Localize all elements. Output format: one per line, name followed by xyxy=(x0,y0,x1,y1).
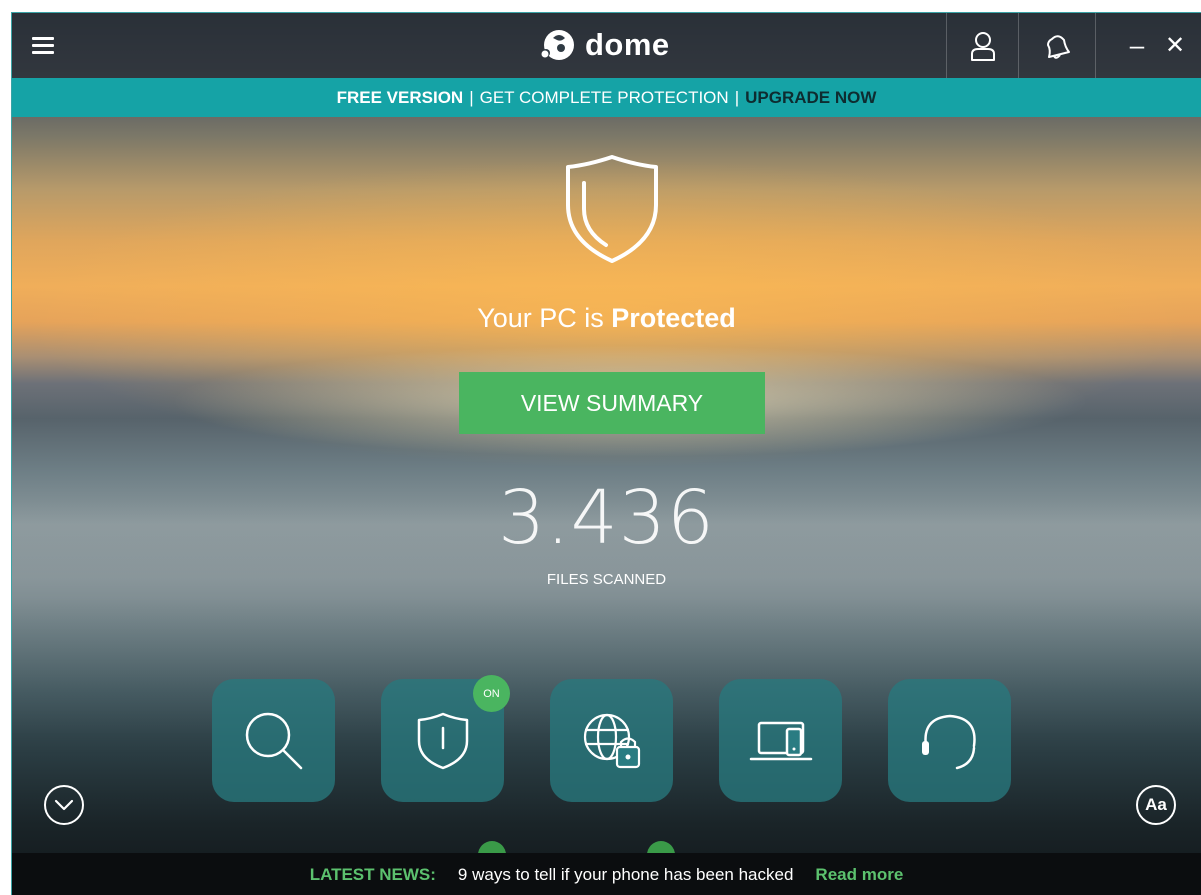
separator xyxy=(1095,13,1096,78)
chevron-down-icon xyxy=(54,799,74,811)
bell-icon xyxy=(1047,34,1070,59)
shield-icon xyxy=(417,712,468,769)
get-protection-link[interactable]: GET COMPLETE PROTECTION xyxy=(480,88,729,108)
dome-app-window: dome – ✕ FREE VERSION | GET COMPLETE PRO… xyxy=(11,12,1201,895)
scan-tile[interactable] xyxy=(212,679,335,802)
banner-separator: | xyxy=(469,87,474,107)
news-headline[interactable]: 9 ways to tell if your phone has been ha… xyxy=(458,865,794,885)
notifications-button[interactable] xyxy=(1019,13,1095,78)
title-bar: dome – ✕ xyxy=(12,13,1201,78)
app-name: dome xyxy=(585,27,670,62)
devices-icon xyxy=(749,721,812,760)
banner-separator: | xyxy=(734,87,740,107)
files-scanned-label: FILES SCANNED xyxy=(546,571,667,588)
hamburger-icon[interactable] xyxy=(32,33,54,57)
support-tile[interactable] xyxy=(888,679,1011,802)
expand-button[interactable] xyxy=(44,785,84,825)
files-scanned-count: 3.436 xyxy=(498,475,715,561)
view-summary-button[interactable]: VIEW SUMMARY xyxy=(459,372,765,434)
news-label: LATEST NEWS: xyxy=(309,864,436,884)
web-protection-tile[interactable] xyxy=(550,679,673,802)
minimize-button[interactable]: – xyxy=(1122,13,1152,78)
user-icon xyxy=(970,31,995,61)
free-version-label: FREE VERSION xyxy=(336,87,464,107)
status-value: Protected xyxy=(611,303,736,333)
font-size-button[interactable]: Aa xyxy=(1136,785,1176,825)
upgrade-now-link[interactable]: UPGRADE NOW xyxy=(745,88,876,108)
protection-shield-icon xyxy=(562,153,662,270)
headset-icon xyxy=(921,714,976,769)
close-button[interactable]: ✕ xyxy=(1158,13,1192,78)
panda-logo-icon xyxy=(537,26,577,64)
upgrade-banner: FREE VERSION | GET COMPLETE PROTECTION |… xyxy=(12,78,1201,117)
search-icon xyxy=(245,712,302,769)
on-status-badge: ON xyxy=(473,675,510,712)
news-bar: LATEST NEWS: 9 ways to tell if your phon… xyxy=(12,853,1201,895)
dome-logo: dome xyxy=(537,23,670,67)
globe-lock-icon xyxy=(583,713,640,768)
read-more-link[interactable]: Read more xyxy=(815,865,903,885)
account-button[interactable] xyxy=(947,13,1018,78)
protection-status: Your PC is Protected xyxy=(12,303,1201,334)
devices-tile[interactable] xyxy=(719,679,842,802)
status-prefix: Your PC is xyxy=(477,303,612,333)
